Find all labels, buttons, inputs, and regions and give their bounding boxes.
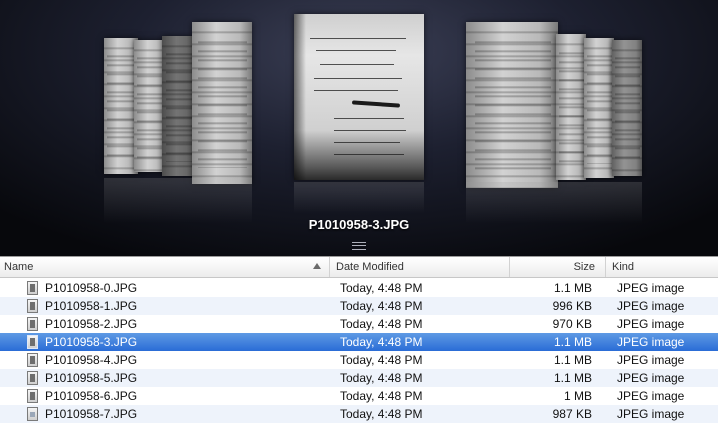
file-size: 970 KB	[552, 317, 592, 331]
cover-flow-preview[interactable]: P1010958-3.JPG	[0, 0, 718, 256]
jpeg-file-icon	[27, 353, 38, 367]
jpeg-file-icon	[27, 389, 38, 403]
jpeg-file-icon	[27, 371, 38, 385]
file-name: P1010958-0.JPG	[45, 281, 138, 295]
file-size: 1 MB	[563, 389, 592, 403]
file-size: 1.1 MB	[553, 281, 592, 295]
file-row-selected[interactable]: P1010958-3.JPG Today, 4:48 PM 1.1 MB JPE…	[0, 333, 718, 351]
file-name: P1010958-2.JPG	[45, 317, 138, 331]
file-kind: JPEG image	[617, 299, 685, 313]
column-header-kind[interactable]: Kind	[606, 257, 718, 277]
file-kind: JPEG image	[617, 353, 685, 367]
file-name: P1010958-3.JPG	[45, 335, 138, 349]
cover-thumbnail[interactable]	[104, 38, 138, 174]
file-date: Today, 4:48 PM	[340, 389, 423, 403]
file-kind: JPEG image	[617, 389, 685, 403]
preview-caption: P1010958-3.JPG	[308, 217, 410, 232]
file-size: 1.1 MB	[553, 353, 592, 367]
file-kind: JPEG image	[617, 317, 685, 331]
file-row[interactable]: P1010958-4.JPG Today, 4:48 PM 1.1 MB JPE…	[0, 351, 718, 369]
column-header-date-modified[interactable]: Date Modified	[330, 257, 510, 277]
file-date: Today, 4:48 PM	[340, 353, 423, 367]
file-row[interactable]: P1010958-0.JPG Today, 4:48 PM 1.1 MB JPE…	[0, 279, 718, 297]
file-size: 996 KB	[552, 299, 592, 313]
file-name: P1010958-6.JPG	[45, 389, 138, 403]
file-row[interactable]: P1010958-2.JPG Today, 4:48 PM 970 KB JPE…	[0, 315, 718, 333]
file-date: Today, 4:48 PM	[340, 371, 423, 385]
file-name: P1010958-1.JPG	[45, 299, 138, 313]
file-row[interactable]: P1010958-6.JPG Today, 4:48 PM 1 MB JPEG …	[0, 387, 718, 405]
cover-thumbnail[interactable]	[584, 38, 614, 178]
jpeg-file-icon	[27, 407, 38, 421]
column-header-name[interactable]: Name	[0, 257, 330, 277]
file-kind: JPEG image	[617, 371, 685, 385]
list-header: Name Date Modified Size Kind	[0, 256, 718, 278]
cover-thumbnail[interactable]	[466, 22, 558, 188]
split-resize-handle[interactable]	[352, 242, 366, 250]
file-size: 1.1 MB	[553, 335, 592, 349]
selected-cover-image[interactable]	[294, 14, 424, 180]
file-kind: JPEG image	[617, 335, 685, 349]
file-date: Today, 4:48 PM	[340, 407, 423, 421]
jpeg-file-icon	[27, 281, 38, 295]
file-name: P1010958-4.JPG	[45, 353, 138, 367]
file-name: P1010958-7.JPG	[45, 407, 138, 421]
file-row[interactable]: P1010958-1.JPG Today, 4:48 PM 996 KB JPE…	[0, 297, 718, 315]
column-header-size[interactable]: Size	[510, 257, 606, 277]
file-size: 987 KB	[552, 407, 592, 421]
jpeg-file-icon	[27, 317, 38, 331]
cover-thumbnail[interactable]	[556, 34, 586, 180]
cover-thumbnail[interactable]	[612, 40, 642, 176]
cover-thumbnail[interactable]	[192, 22, 252, 184]
file-kind: JPEG image	[617, 281, 685, 295]
file-date: Today, 4:48 PM	[340, 299, 423, 313]
file-date: Today, 4:48 PM	[340, 335, 423, 349]
file-size: 1.1 MB	[553, 371, 592, 385]
cover-reflection	[294, 182, 424, 216]
file-row[interactable]: P1010958-7.JPG Today, 4:48 PM 987 KB JPE…	[0, 405, 718, 423]
file-date: Today, 4:48 PM	[340, 281, 423, 295]
sort-ascending-icon[interactable]	[313, 263, 321, 269]
jpeg-file-icon	[27, 335, 38, 349]
file-row[interactable]: P1010958-5.JPG Today, 4:48 PM 1.1 MB JPE…	[0, 369, 718, 387]
file-list: P1010958-0.JPG Today, 4:48 PM 1.1 MB JPE…	[0, 279, 718, 423]
file-name: P1010958-5.JPG	[45, 371, 138, 385]
jpeg-file-icon	[27, 299, 38, 313]
file-date: Today, 4:48 PM	[340, 317, 423, 331]
file-kind: JPEG image	[617, 407, 685, 421]
